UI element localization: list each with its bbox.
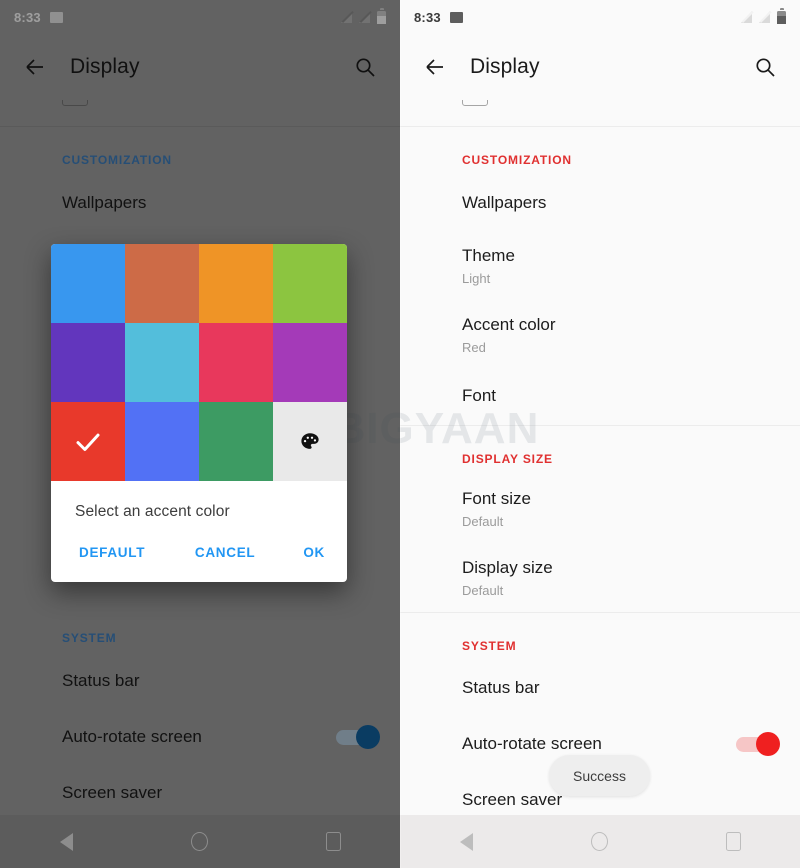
swatch-cyan[interactable] <box>125 323 199 402</box>
circle-home-icon[interactable] <box>580 822 620 862</box>
list-item-label: Auto-rotate screen <box>462 734 602 754</box>
dialog-actions: DEFAULT CANCEL OK <box>51 525 347 582</box>
swatch-blue[interactable] <box>51 244 125 323</box>
list-item-status-bar[interactable]: Status bar <box>400 661 800 717</box>
swatch-magenta-purple[interactable] <box>273 323 347 402</box>
swatch-deep-purple[interactable] <box>51 323 125 402</box>
square-recents-icon[interactable] <box>713 822 753 862</box>
image-icon <box>449 11 463 23</box>
list-item-label: Accent color <box>462 314 556 334</box>
signal-off-icon <box>741 10 754 23</box>
auto-rotate-toggle[interactable] <box>736 732 780 757</box>
list-item-label: Theme <box>462 246 515 265</box>
partially-scrolled-row <box>400 100 800 126</box>
circle-home-icon[interactable] <box>180 822 220 862</box>
dialog-body: Select an accent color <box>51 481 347 525</box>
arrow-left-icon[interactable] <box>418 50 452 84</box>
swatch-light-green[interactable] <box>273 244 347 323</box>
list-item-font-size[interactable]: Font size Default <box>400 474 800 543</box>
triangle-back-icon[interactable] <box>447 822 487 862</box>
cut-off-label <box>550 100 610 102</box>
checkmark-icon <box>76 433 100 451</box>
list-item-label: Wallpapers <box>462 192 547 212</box>
list-item-theme[interactable]: Theme Light <box>400 231 800 300</box>
triangle-back-icon[interactable] <box>47 822 87 862</box>
navigation-bar <box>0 815 400 868</box>
swatch-terracotta[interactable] <box>125 244 199 323</box>
list-item-value: Default <box>462 582 504 598</box>
left-phone-screen: 8:33 Display CUSTOMIZATION Wallpapers SY… <box>0 0 400 868</box>
dual-screenshot-comparison: 8:33 Display CUSTOMIZATION Wallpapers SY… <box>0 0 800 868</box>
swatch-green[interactable] <box>199 402 273 481</box>
list-item-accent-color[interactable]: Accent color Red <box>400 300 800 369</box>
ok-button[interactable]: OK <box>299 539 329 566</box>
accent-color-grid <box>51 244 347 481</box>
section-header-customization: CUSTOMIZATION <box>462 153 572 167</box>
list-item-font[interactable]: Font <box>400 369 800 425</box>
dialog-title: Select an accent color <box>75 503 230 520</box>
app-bar: Display <box>400 34 800 100</box>
status-bar-clock: 8:33 <box>414 9 441 25</box>
status-bar: 8:33 <box>400 0 800 34</box>
navigation-bar <box>400 815 800 868</box>
search-icon[interactable] <box>748 50 782 84</box>
swatch-custom-picker[interactable] <box>273 402 347 481</box>
list-item-value: Default <box>462 513 504 529</box>
list-item-label: Status bar <box>462 678 540 698</box>
list-item-display-size[interactable]: Display size Default <box>400 543 800 612</box>
default-button[interactable]: DEFAULT <box>75 539 149 566</box>
swatch-indigo-blue[interactable] <box>125 402 199 481</box>
status-bar-right-icons <box>741 8 786 24</box>
settings-list: CUSTOMIZATION Wallpapers Theme Light Acc… <box>400 100 800 829</box>
cut-off-icon <box>462 100 488 106</box>
signal-off-icon <box>759 10 772 23</box>
section-header-system: SYSTEM <box>462 638 517 653</box>
right-phone-screen: 8:33 Display CUSTOMIZATION Wallpapers Th… <box>400 0 800 868</box>
swatch-pink-red[interactable] <box>199 323 273 402</box>
swatch-red-selected[interactable] <box>51 402 125 481</box>
section-header-display-size: DISPLAY SIZE <box>462 451 553 466</box>
page-title: Display <box>470 55 540 78</box>
list-item-label: Display size <box>462 557 553 577</box>
palette-icon <box>301 432 319 449</box>
accent-color-dialog: Select an accent color DEFAULT CANCEL OK <box>51 244 347 582</box>
list-item-label: Screen saver <box>462 790 563 810</box>
list-item-value: Light <box>462 270 491 286</box>
list-item-label: Font size <box>462 488 531 508</box>
toast-message: Success <box>573 767 626 784</box>
square-recents-icon[interactable] <box>313 822 353 862</box>
list-item-wallpapers[interactable]: Wallpapers <box>400 175 800 231</box>
success-toast: Success <box>549 755 650 796</box>
cancel-button[interactable]: CANCEL <box>191 539 259 566</box>
list-item-label: Font <box>462 386 497 406</box>
swatch-orange[interactable] <box>199 244 273 323</box>
battery-icon <box>777 8 786 24</box>
list-item-value: Red <box>462 339 486 355</box>
